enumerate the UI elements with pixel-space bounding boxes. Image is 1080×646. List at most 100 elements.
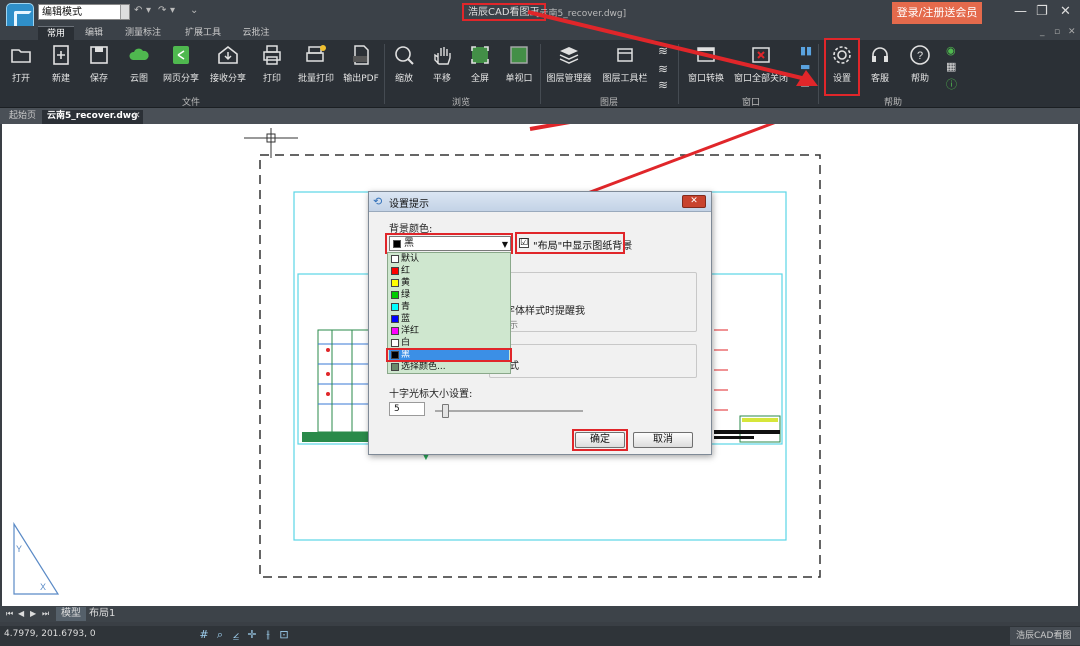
restore-icon[interactable]: ❐ bbox=[1036, 4, 1048, 19]
layer-small-icon[interactable]: ≋ bbox=[658, 44, 668, 58]
zoom-button[interactable]: 缩放 bbox=[388, 44, 420, 90]
receive-share-button[interactable]: 接收分享 bbox=[206, 44, 250, 90]
color-option-choose[interactable]: 选择颜色... bbox=[389, 362, 509, 373]
layer-toolbar-label: 图层工具栏 bbox=[602, 74, 648, 84]
close-all-windows-button[interactable]: 窗口全部关闭 bbox=[732, 44, 790, 90]
color-option-cyan[interactable]: 青 bbox=[389, 302, 509, 313]
last-layout-icon[interactable]: ⏭ bbox=[42, 609, 49, 619]
tab-measure[interactable]: 测量标注 bbox=[118, 26, 168, 40]
color-option-green[interactable]: 绿 bbox=[389, 290, 509, 301]
object-snap-icon[interactable]: ⫲ bbox=[262, 629, 274, 641]
print-button[interactable]: 打印 bbox=[256, 44, 288, 90]
zoom-extent-icon[interactable]: ⊡ bbox=[278, 629, 290, 641]
batch-print-button[interactable]: 批量打印 bbox=[294, 44, 338, 90]
close-window-icon bbox=[752, 47, 770, 63]
folder-open-icon bbox=[11, 49, 31, 63]
file-title: [云南5_recover.dwg] bbox=[536, 9, 627, 19]
tab-extend-tools[interactable]: 扩展工具 bbox=[178, 26, 228, 40]
redo-dropdown-icon[interactable]: ▾ bbox=[170, 5, 175, 16]
save-button[interactable]: 保存 bbox=[82, 44, 116, 90]
crosshair-slider-thumb[interactable] bbox=[442, 404, 450, 418]
printer-icon bbox=[263, 45, 281, 65]
group-separator bbox=[540, 44, 541, 104]
export-pdf-button[interactable]: 输出PDF bbox=[342, 44, 380, 90]
layer-toolbar-icon bbox=[617, 48, 633, 62]
ortho-icon[interactable]: ⦤ bbox=[230, 629, 242, 641]
apps-grid-icon[interactable]: ▦ bbox=[946, 60, 956, 73]
layer-manager-button[interactable]: 图层管理器 bbox=[544, 44, 594, 90]
redo-icon[interactable]: ↷ bbox=[158, 5, 166, 16]
app-title: 浩辰CAD看图王 bbox=[462, 3, 546, 21]
pdf-icon bbox=[353, 45, 369, 65]
single-viewport-button[interactable]: 单视口 bbox=[502, 44, 536, 90]
pan-button[interactable]: 平移 bbox=[426, 44, 458, 90]
document-tab-bar: 起始页 云南5_recover.dwg ✕ bbox=[0, 108, 1080, 124]
quick-access-menu-icon[interactable]: ⌄ bbox=[190, 5, 198, 16]
print-label: 打印 bbox=[262, 74, 281, 84]
color-swatch bbox=[391, 327, 399, 335]
single-viewport-label: 单视口 bbox=[505, 74, 533, 84]
first-layout-icon[interactable]: ⏮ bbox=[6, 609, 13, 619]
mode-select[interactable]: 编辑模式 bbox=[38, 4, 130, 20]
customer-service-button[interactable]: 客服 bbox=[864, 44, 896, 90]
tile-vertical-icon[interactable]: ▮▮ bbox=[800, 44, 812, 57]
layer-small-icon[interactable]: ≋ bbox=[658, 62, 668, 76]
new-file-icon bbox=[53, 45, 69, 65]
crosshair-size-input[interactable]: 5 bbox=[389, 402, 425, 416]
color-swatch bbox=[391, 279, 399, 287]
color-option-yellow[interactable]: 黄 bbox=[389, 278, 509, 289]
undo-dropdown-icon[interactable]: ▾ bbox=[146, 5, 151, 16]
crosshair-slider-track[interactable] bbox=[435, 410, 583, 412]
next-layout-icon[interactable]: ▶ bbox=[30, 609, 36, 618]
help-button[interactable]: ? 帮助 bbox=[904, 44, 936, 90]
tab-edit[interactable]: 编辑 bbox=[78, 26, 110, 40]
grid-icon[interactable]: # bbox=[198, 629, 210, 641]
polar-icon[interactable]: ✛ bbox=[246, 629, 258, 641]
layer-small-icon[interactable]: ≋ bbox=[658, 78, 668, 92]
undo-icon[interactable]: ↶ bbox=[134, 5, 142, 16]
open-button[interactable]: 打开 bbox=[4, 44, 38, 90]
ok-button-highlight bbox=[572, 429, 628, 451]
color-option-blue[interactable]: 蓝 bbox=[389, 314, 509, 325]
cascade-icon[interactable]: ❏ bbox=[800, 76, 810, 89]
app-window: 编辑模式 ↶ ▾ ↷ ▾ ⌄ 浩辰CAD看图王 [云南5_recover.dwg… bbox=[0, 0, 1080, 646]
new-button[interactable]: 新建 bbox=[44, 44, 78, 90]
sub-minimize-icon[interactable]: _ bbox=[1040, 27, 1045, 37]
dialog-title-bar[interactable]: ⟲ 设置提示 ✕ bbox=[369, 192, 711, 212]
fullscreen-button[interactable]: 全屏 bbox=[464, 44, 496, 90]
login-register-button[interactable]: 登录/注册送会员 bbox=[892, 2, 982, 24]
sub-close-icon[interactable]: ✕ bbox=[1068, 27, 1076, 37]
snap-icon[interactable]: ⌕ bbox=[214, 629, 226, 641]
info-icon[interactable]: ⓘ bbox=[946, 76, 957, 92]
layer-toolbar-button[interactable]: 图层工具栏 bbox=[600, 44, 650, 90]
receive-share-icon bbox=[218, 45, 238, 64]
close-icon[interactable]: ✕ bbox=[1060, 4, 1071, 19]
cursor-coordinates: 4.7979, 201.6793, 0 bbox=[4, 629, 96, 639]
tab-cloud-annotation[interactable]: 云批注 bbox=[236, 26, 276, 40]
minimize-icon[interactable]: — bbox=[1014, 4, 1027, 19]
window-switch-button[interactable]: 窗口转换 bbox=[684, 44, 728, 90]
sub-restore-icon[interactable]: ▫ bbox=[1054, 27, 1060, 37]
tab-common[interactable]: 常用 bbox=[38, 26, 74, 40]
color-swatch bbox=[391, 339, 399, 347]
tab-layout1[interactable]: 布局1 bbox=[84, 607, 120, 621]
prev-layout-icon[interactable]: ◀ bbox=[18, 609, 24, 618]
tab-close-icon[interactable]: ✕ bbox=[128, 110, 146, 124]
tab-start-page[interactable]: 起始页 bbox=[4, 110, 41, 124]
group-separator bbox=[818, 44, 819, 104]
pan-label: 平移 bbox=[432, 74, 451, 84]
group-file-label: 文件 bbox=[182, 98, 201, 108]
share-icon bbox=[173, 46, 189, 64]
tile-horizontal-icon[interactable]: ▬ bbox=[800, 60, 810, 73]
drawing-detail-left bbox=[302, 329, 371, 442]
color-option-red[interactable]: 红 bbox=[389, 266, 509, 277]
web-share-button[interactable]: 网页分享 bbox=[160, 44, 202, 90]
cloud-drawing-button[interactable]: 云图 bbox=[122, 44, 156, 90]
tab-model[interactable]: 模型 bbox=[56, 607, 86, 621]
color-option-default[interactable]: 默认 bbox=[389, 254, 509, 265]
search-icon[interactable]: ◉ bbox=[946, 44, 956, 57]
cancel-button[interactable]: 取消 bbox=[633, 432, 693, 448]
color-option-magenta[interactable]: 洋红 bbox=[389, 326, 509, 337]
save-label: 保存 bbox=[89, 74, 108, 84]
dialog-close-button[interactable]: ✕ bbox=[682, 195, 706, 208]
